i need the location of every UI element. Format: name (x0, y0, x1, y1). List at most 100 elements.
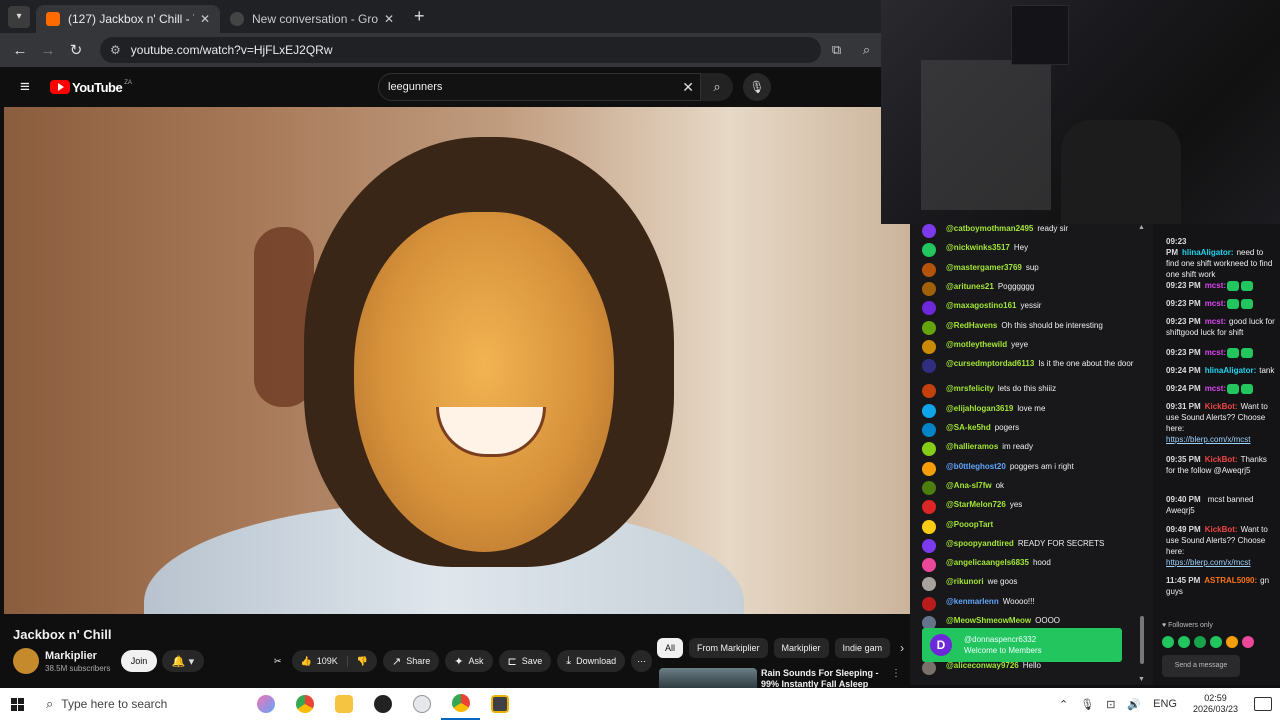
save-button[interactable]: ⊏ Save (498, 650, 552, 672)
chat-avatar[interactable] (922, 500, 936, 515)
start-button[interactable] (0, 697, 34, 711)
chat-avatar[interactable] (922, 359, 936, 374)
channel-avatar[interactable] (13, 648, 39, 674)
search-button[interactable]: ⌕ (701, 73, 733, 101)
notifications-icon[interactable] (1254, 697, 1272, 711)
chat-username[interactable]: @cursedmptordad6113 (946, 359, 1034, 369)
chat-username[interactable]: KickBot: (1205, 525, 1238, 534)
chat-username[interactable]: @catboymothman2495 (946, 224, 1033, 234)
chevron-up-icon[interactable]: ⌃ (1059, 698, 1068, 711)
chat-username[interactable]: @maxagostino161 (946, 301, 1017, 311)
chat-username[interactable]: @Ana-sl7fw (946, 481, 992, 491)
chat-avatar[interactable] (922, 403, 936, 418)
chat-avatar[interactable] (922, 262, 936, 277)
chevron-right-icon[interactable]: › (900, 641, 904, 655)
close-icon[interactable]: ✕ (200, 12, 210, 26)
chat-username[interactable]: @b0ttleghost20 (946, 462, 1006, 472)
clip-icon[interactable]: ✂ (270, 650, 286, 672)
menu-icon[interactable]: ≡ (0, 77, 50, 97)
send-message-input[interactable]: Send a message (1162, 655, 1240, 677)
chat-avatar[interactable] (922, 423, 936, 437)
download-button[interactable]: ⤓ Download (557, 650, 626, 672)
chat-username[interactable]: KickBot: (1205, 402, 1238, 411)
dislike-button[interactable]: 👎 (348, 656, 377, 667)
search-input[interactable]: leegunners ✕ (378, 73, 701, 101)
volume-icon[interactable]: 🔊 (1127, 698, 1141, 711)
reload-icon[interactable]: ↻ (62, 41, 90, 59)
badge-icon[interactable] (1226, 636, 1238, 648)
chat-username[interactable]: @angelicaangels6835 (946, 558, 1029, 568)
chat-avatar[interactable] (922, 320, 936, 335)
channel-name[interactable]: Markiplier (45, 650, 110, 662)
tab-search-button[interactable]: ▾ (8, 5, 30, 28)
game-app[interactable] (480, 688, 519, 720)
language-indicator[interactable]: ENG (1153, 698, 1177, 710)
chrome-app-active[interactable] (441, 688, 480, 720)
chat-avatar[interactable] (922, 519, 936, 534)
new-tab-button[interactable]: + (414, 6, 425, 27)
share-button[interactable]: ↗ Share (383, 650, 440, 672)
chat-username[interactable]: mcst: (1205, 299, 1226, 308)
chat-scrollbar[interactable]: ▲ ▼ (1138, 224, 1146, 685)
scroll-up-icon[interactable]: ▲ (1138, 224, 1145, 231)
chat-username[interactable]: mcst: (1205, 281, 1226, 290)
chat-username[interactable]: @MeowShmeowMeow (946, 616, 1031, 626)
chip-from-markiplier[interactable]: From Markiplier (689, 638, 768, 658)
chip-all[interactable]: All (657, 638, 684, 658)
obs-app[interactable] (363, 688, 402, 720)
chat-username[interactable]: mcst: (1205, 348, 1226, 357)
more-actions-button[interactable]: ⋯ (631, 650, 653, 672)
chat-username[interactable]: ASTRAL5090: (1204, 576, 1257, 585)
ask-button[interactable]: ✦ Ask (445, 650, 493, 672)
chat-avatar[interactable] (922, 461, 936, 476)
chat-username[interactable]: @elijahlogan3619 (946, 404, 1013, 414)
chat-avatar[interactable] (922, 224, 936, 238)
scroll-down-icon[interactable]: ▼ (1138, 676, 1145, 683)
chat-username[interactable]: @spoopyandtired (946, 539, 1014, 549)
chat-avatar[interactable] (922, 243, 936, 258)
voice-search-button[interactable]: 🎙 (743, 73, 771, 101)
chat-avatar[interactable] (922, 480, 936, 495)
join-button[interactable]: Join (121, 650, 157, 672)
tab-youtube[interactable]: (127) Jackbox n' Chill - YouT ✕ (36, 5, 220, 33)
chrome-app[interactable] (285, 688, 324, 720)
mic-icon[interactable]: 🎙 (1080, 698, 1094, 711)
tab-grok[interactable]: New conversation - Grok ✕ (220, 5, 404, 33)
file-explorer-app[interactable] (324, 688, 363, 720)
chat-username[interactable]: @hallieramos (946, 442, 998, 452)
forward-icon[interactable]: → (34, 42, 62, 59)
chat-avatar[interactable] (922, 301, 936, 316)
chat-username[interactable]: mcst: (1205, 317, 1226, 326)
chat-link[interactable]: https://blerp.com/x/mcst (1166, 558, 1250, 567)
badge-icon[interactable] (1210, 636, 1222, 648)
chat-avatar[interactable] (922, 384, 936, 399)
site-info-icon[interactable]: ⚙ (110, 43, 121, 57)
install-icon[interactable]: ⧉ (832, 42, 841, 58)
chat-username[interactable]: @mastergamer3769 (946, 263, 1022, 273)
back-icon[interactable]: ← (6, 42, 34, 59)
chat-avatar[interactable] (922, 442, 936, 457)
scroll-thumb[interactable] (1140, 616, 1144, 664)
chat-avatar[interactable] (922, 661, 936, 676)
network-icon[interactable]: ⊡ (1106, 698, 1115, 711)
chat-username[interactable]: KickBot: (1205, 455, 1238, 464)
chip-markiplier[interactable]: Markiplier (773, 638, 829, 658)
app-icon[interactable] (402, 688, 441, 720)
notifications-button[interactable]: 🔔 ▾ (162, 650, 204, 672)
chat-username[interactable]: @motleythewild (946, 340, 1007, 350)
badge-icon[interactable] (1242, 636, 1254, 648)
copilot-app[interactable] (246, 688, 285, 720)
chat-avatar[interactable] (922, 596, 936, 611)
like-button[interactable]: 👍 109K (292, 655, 348, 667)
chip-indie-games[interactable]: Indie gam (834, 638, 891, 658)
zoom-icon[interactable]: ⌕ (863, 42, 870, 58)
url-field[interactable]: ⚙ youtube.com/watch?v=HjFLxEJ2QRw (100, 37, 821, 63)
chat-username[interactable]: @mrsfelicity (946, 384, 994, 394)
chat-username[interactable]: @nickwinks3517 (946, 243, 1010, 253)
chat-avatar[interactable] (922, 281, 936, 296)
chat-username[interactable]: @RedHavens (946, 321, 997, 331)
taskbar-search[interactable]: ⌕ Type here to search (34, 688, 204, 720)
chat-username[interactable]: @aliceconway9726 (946, 661, 1019, 671)
close-icon[interactable]: ✕ (384, 12, 394, 26)
badge-icon[interactable] (1178, 636, 1190, 648)
